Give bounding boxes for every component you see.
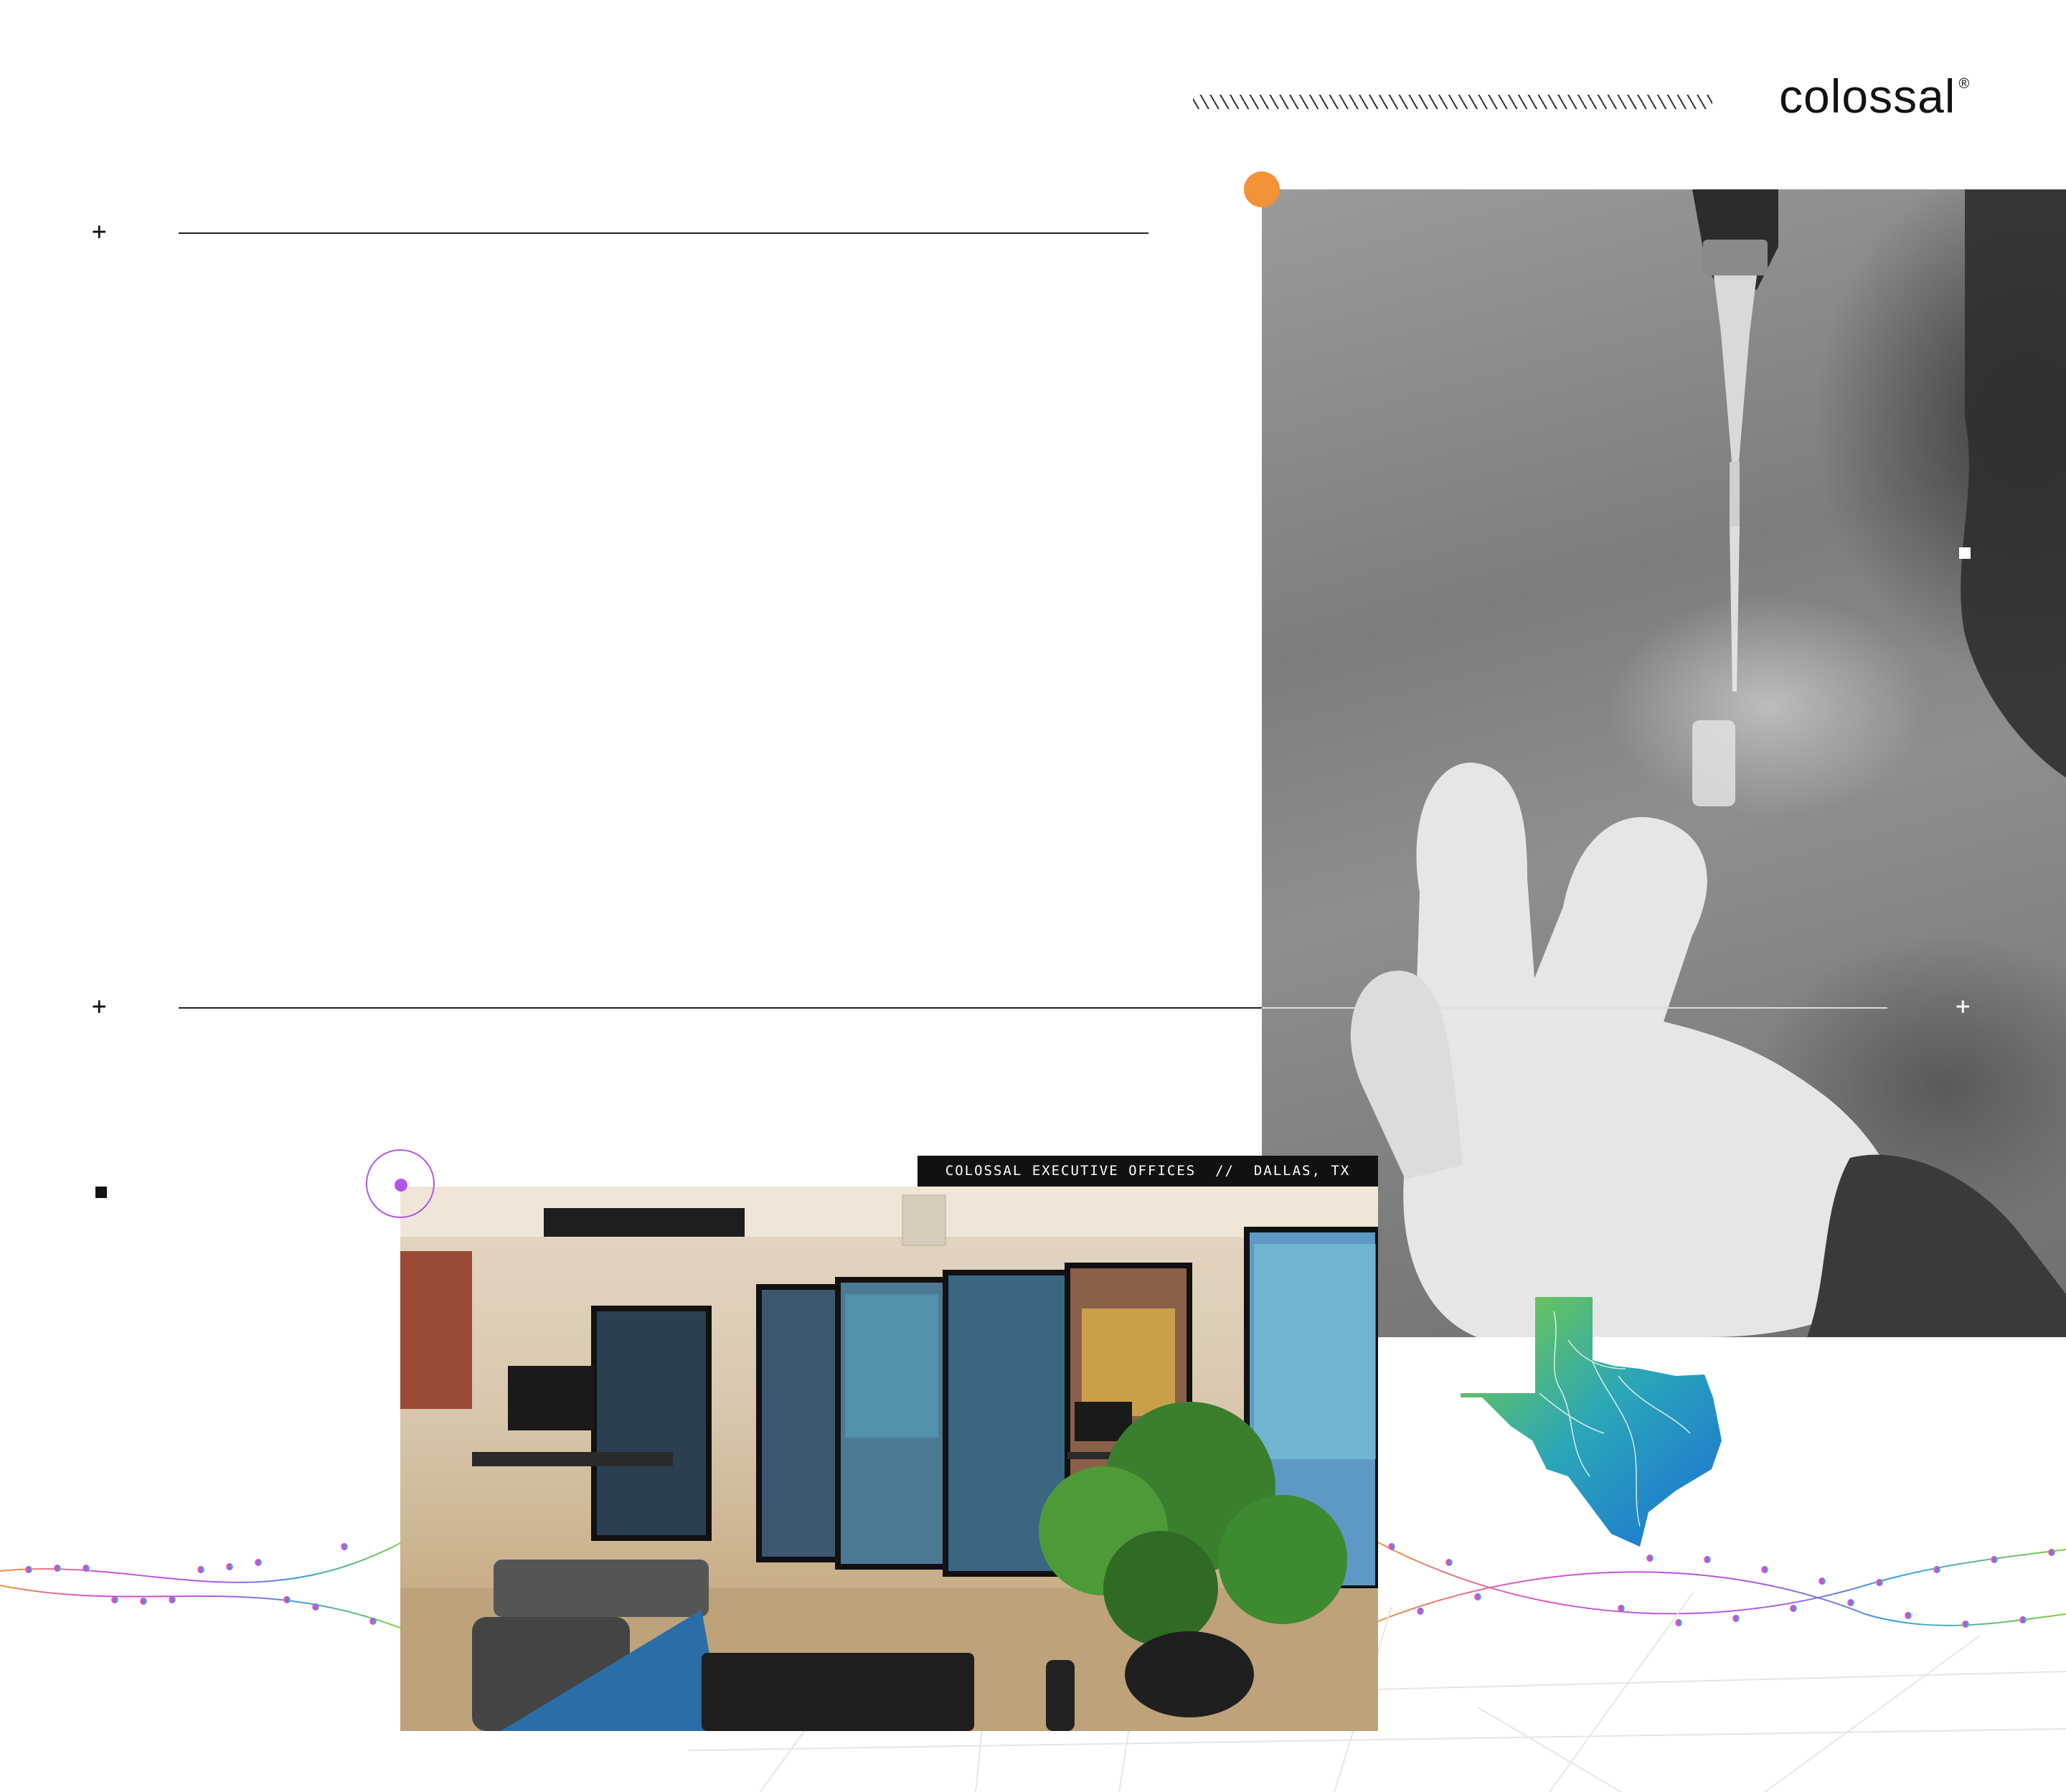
square-bullet-icon (95, 1187, 107, 1198)
mid-rule-over-photo (1262, 1007, 1887, 1009)
orange-dot-icon (1244, 171, 1280, 207)
mid-rule (179, 1007, 1262, 1009)
header-hatch-decoration (1193, 95, 1712, 109)
office-illustration (400, 1187, 1378, 1731)
pipette-hand-illustration (1350, 189, 2066, 1337)
purple-dot-icon (395, 1179, 407, 1192)
plus-icon: + (92, 217, 107, 246)
office-caption: COLOSSAL EXECUTIVE OFFICES // DALLAS, TX (918, 1156, 1378, 1187)
office-interior-photo (400, 1187, 1378, 1731)
registered-mark: ® (1958, 76, 1971, 92)
colossal-logo[interactable]: colossal ® (1779, 69, 1970, 123)
logo-wordmark: colossal (1779, 70, 1956, 123)
top-rule (179, 232, 1148, 234)
plus-icon: + (92, 992, 107, 1021)
lab-pipette-photo (1262, 189, 2066, 1337)
texas-map-icon (1461, 1297, 1722, 1547)
plus-icon: + (1956, 992, 1971, 1021)
square-bullet-icon (1959, 547, 1971, 559)
